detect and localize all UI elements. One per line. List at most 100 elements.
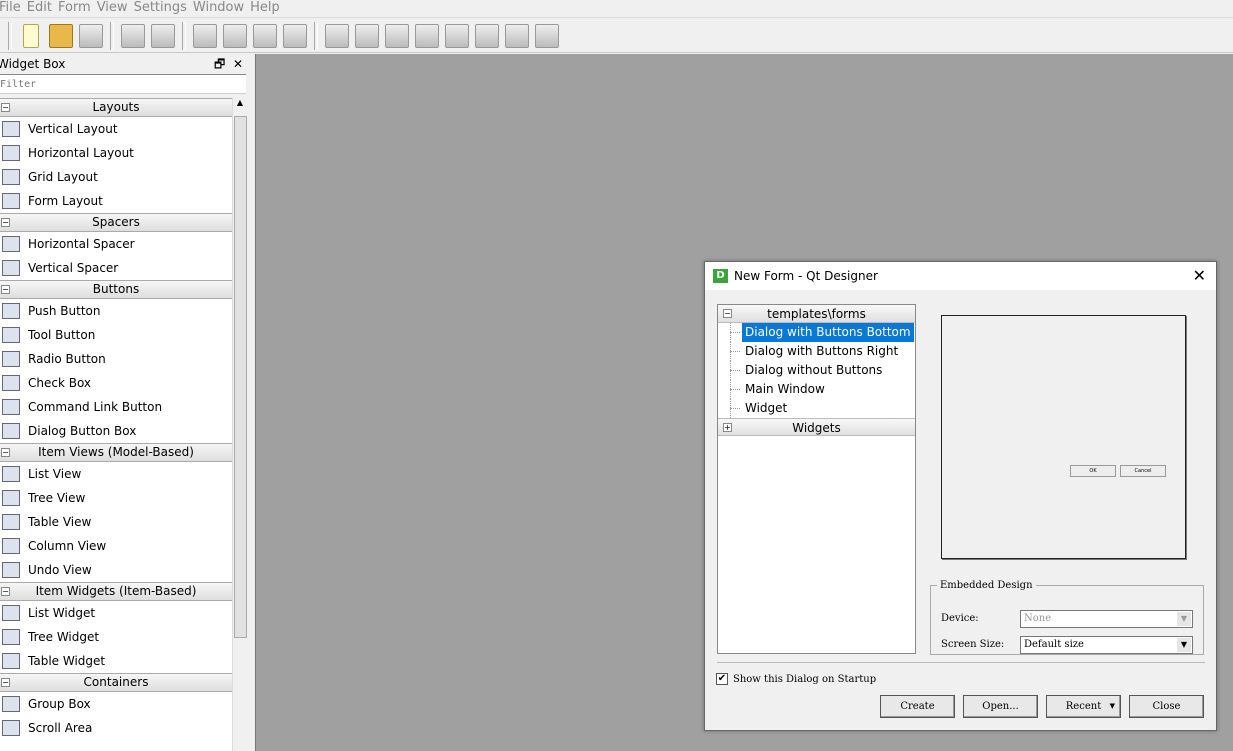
dialog-title: New Form - Qt Designer bbox=[734, 269, 878, 283]
menu-settings[interactable]: Settings bbox=[134, 0, 193, 17]
collapse-icon[interactable]: − bbox=[723, 309, 732, 318]
recent-button[interactable]: Recent ▼ bbox=[1046, 695, 1121, 718]
category-header[interactable]: − Item Widgets (Item-Based) bbox=[0, 582, 232, 601]
category-header[interactable]: − Spacers bbox=[0, 213, 232, 232]
edit-signals-slots-icon[interactable] bbox=[223, 23, 247, 48]
widget-item[interactable]: Tree View bbox=[0, 486, 232, 510]
expand-icon[interactable]: + bbox=[723, 423, 732, 432]
layout-vertical-icon[interactable] bbox=[355, 23, 379, 48]
widget-item[interactable]: Radio Button bbox=[0, 347, 232, 371]
template-item[interactable]: Dialog with Buttons Right bbox=[718, 342, 915, 361]
close-icon[interactable]: ✕ bbox=[233, 54, 243, 74]
scroll-up-icon[interactable]: ▲ bbox=[233, 98, 247, 107]
bring-to-front-icon[interactable] bbox=[151, 23, 175, 48]
widget-icon bbox=[2, 605, 20, 621]
embedded-design-group: Embedded Design Device: None ▼ Screen Siz… bbox=[930, 580, 1204, 655]
template-item[interactable]: Widget bbox=[718, 399, 915, 418]
widget-item[interactable]: Push Button bbox=[0, 299, 232, 323]
collapse-icon[interactable]: − bbox=[1, 678, 10, 687]
collapse-icon[interactable]: − bbox=[1, 218, 10, 227]
preview-cancel-button: Cancel bbox=[1120, 465, 1166, 477]
widget-icon bbox=[2, 375, 20, 391]
widget-item[interactable]: Tree Widget bbox=[0, 625, 232, 649]
menu-file[interactable]: File bbox=[0, 0, 27, 17]
widget-box-panel: Widget Box 🗗 ✕ −LayoutsVertical LayoutHo… bbox=[0, 54, 248, 751]
toolbar-separator bbox=[182, 21, 186, 50]
widget-icon bbox=[2, 696, 20, 712]
edit-widgets-icon[interactable] bbox=[193, 23, 217, 48]
show-on-startup-checkbox[interactable]: ✔ Show this Dialog on Startup bbox=[716, 673, 876, 685]
checkmark-icon[interactable]: ✔ bbox=[716, 673, 728, 685]
divider bbox=[717, 662, 1205, 663]
device-combo[interactable]: None ▼ bbox=[1020, 610, 1193, 628]
widget-item[interactable]: Check Box bbox=[0, 371, 232, 395]
widget-icon bbox=[2, 490, 20, 506]
device-label: Device: bbox=[941, 613, 979, 624]
widget-icon bbox=[2, 720, 20, 736]
widget-item[interactable]: List View bbox=[0, 462, 232, 486]
widget-item[interactable]: Command Link Button bbox=[0, 395, 232, 419]
create-button[interactable]: Create bbox=[880, 695, 955, 718]
new-file-icon[interactable] bbox=[23, 23, 39, 48]
layout-horizontal-splitter-icon[interactable] bbox=[385, 23, 409, 48]
menu-view[interactable]: View bbox=[97, 0, 134, 17]
edit-buddies-icon[interactable] bbox=[253, 23, 277, 48]
widget-icon bbox=[2, 145, 20, 161]
template-item[interactable]: Dialog with Buttons Bottom bbox=[718, 323, 915, 342]
send-to-back-icon[interactable] bbox=[121, 23, 145, 48]
preview-ok-button: OK bbox=[1070, 465, 1116, 477]
scrollbar-thumb[interactable] bbox=[234, 116, 247, 638]
widget-item[interactable]: Table Widget bbox=[0, 649, 232, 673]
layout-grid-icon[interactable] bbox=[445, 23, 469, 48]
collapse-icon[interactable]: − bbox=[1, 103, 10, 112]
template-item[interactable]: Dialog without Buttons bbox=[718, 361, 915, 380]
tree-root-templates[interactable]: − templates\forms bbox=[718, 305, 915, 323]
widget-item[interactable]: Scroll Area bbox=[0, 716, 232, 740]
open-folder-icon[interactable] bbox=[49, 23, 73, 48]
edit-tab-order-icon[interactable] bbox=[283, 23, 307, 48]
screen-size-combo[interactable]: Default size ▼ bbox=[1020, 636, 1193, 654]
collapse-icon[interactable]: − bbox=[1, 285, 10, 294]
save-icon[interactable] bbox=[79, 23, 103, 48]
menu-form[interactable]: Form bbox=[58, 0, 97, 17]
layout-form-icon[interactable] bbox=[475, 23, 499, 48]
widget-item[interactable]: Tool Button bbox=[0, 323, 232, 347]
category-header[interactable]: − Item Views (Model-Based) bbox=[0, 443, 232, 462]
group-legend: Embedded Design bbox=[940, 580, 1033, 591]
scrollbar[interactable]: ▲ bbox=[232, 98, 247, 751]
widget-item[interactable]: Form Layout bbox=[0, 189, 232, 213]
layout-vertical-splitter-icon[interactable] bbox=[415, 23, 439, 48]
break-layout-icon[interactable] bbox=[505, 23, 529, 48]
category-header[interactable]: − Buttons bbox=[0, 280, 232, 299]
close-button[interactable]: Close bbox=[1129, 695, 1204, 718]
widget-item[interactable]: Vertical Layout bbox=[0, 117, 232, 141]
widget-item[interactable]: Dialog Button Box bbox=[0, 419, 232, 443]
layout-horizontal-icon[interactable] bbox=[325, 23, 349, 48]
menu-edit[interactable]: Edit bbox=[27, 0, 58, 17]
collapse-icon[interactable]: − bbox=[1, 448, 10, 457]
close-icon[interactable]: ✕ bbox=[1193, 262, 1206, 290]
float-icon[interactable]: 🗗 bbox=[214, 54, 225, 74]
category-header[interactable]: − Containers bbox=[0, 673, 232, 692]
filter-input[interactable] bbox=[0, 74, 246, 94]
category-header[interactable]: − Layouts bbox=[0, 98, 232, 117]
adjust-size-icon[interactable] bbox=[535, 23, 559, 48]
tree-root-widgets[interactable]: + Widgets bbox=[718, 418, 915, 436]
widget-item[interactable]: Column View bbox=[0, 534, 232, 558]
widget-item[interactable]: Table View bbox=[0, 510, 232, 534]
menu-help[interactable]: Help bbox=[250, 0, 286, 17]
template-item[interactable]: Main Window bbox=[718, 380, 915, 399]
widget-item[interactable]: Grid Layout bbox=[0, 165, 232, 189]
menu-window[interactable]: Window bbox=[193, 0, 250, 17]
widget-icon bbox=[2, 169, 20, 185]
widget-item[interactable]: Undo View bbox=[0, 558, 232, 582]
open-button[interactable]: Open... bbox=[963, 695, 1038, 718]
collapse-icon[interactable]: − bbox=[1, 587, 10, 596]
widget-icon bbox=[2, 629, 20, 645]
widget-item[interactable]: Group Box bbox=[0, 692, 232, 716]
widget-item[interactable]: List Widget bbox=[0, 601, 232, 625]
widget-item[interactable]: Horizontal Spacer bbox=[0, 232, 232, 256]
widget-item[interactable]: Vertical Spacer bbox=[0, 256, 232, 280]
widget-item[interactable]: Horizontal Layout bbox=[0, 141, 232, 165]
new-form-dialog: D New Form - Qt Designer ✕ − templates\fo… bbox=[704, 261, 1217, 731]
